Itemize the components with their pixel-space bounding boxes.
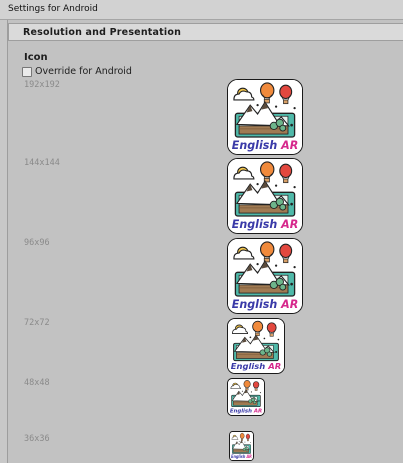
app-icon-36[interactable]: English AR — [229, 431, 254, 461]
app-icon-72[interactable]: English AR — [227, 318, 285, 374]
override-checkbox[interactable] — [22, 66, 32, 77]
section-title: Resolution and Presentation — [23, 27, 182, 38]
override-toggle[interactable]: Override for Android — [22, 66, 132, 77]
icon-caption: English AR — [231, 361, 281, 371]
icon-caption: English AR — [231, 454, 252, 459]
override-label: Override for Android — [35, 66, 132, 77]
icon-caption: English AR — [232, 218, 299, 231]
icon-section-title: Icon — [24, 52, 48, 63]
icon-size-label-36: 36x36 — [24, 434, 50, 444]
icon-size-label-72: 72x72 — [24, 318, 50, 328]
icon-size-label-144: 144x144 — [24, 158, 60, 168]
inspector-header: Settings for Android — [0, 0, 403, 20]
icon-size-label-48: 48x48 — [24, 378, 50, 388]
icon-caption: English AR — [230, 408, 262, 414]
resolution-presentation-header[interactable]: Resolution and Presentation — [8, 23, 403, 41]
icon-caption: English AR — [232, 139, 299, 152]
app-icon-48[interactable]: English AR — [227, 378, 265, 416]
settings-panel: Resolution and Presentation Icon Overrid… — [7, 20, 403, 463]
icon-size-label-96: 96x96 — [24, 238, 50, 248]
header-title: Settings for Android — [8, 4, 98, 14]
icon-caption: English AR — [232, 298, 299, 311]
icon-size-label-192: 192x192 — [24, 80, 60, 90]
app-icon-96[interactable]: English AR — [227, 238, 303, 314]
app-icon-192[interactable]: English AR — [227, 79, 303, 155]
app-icon-144[interactable]: English AR — [227, 158, 303, 234]
